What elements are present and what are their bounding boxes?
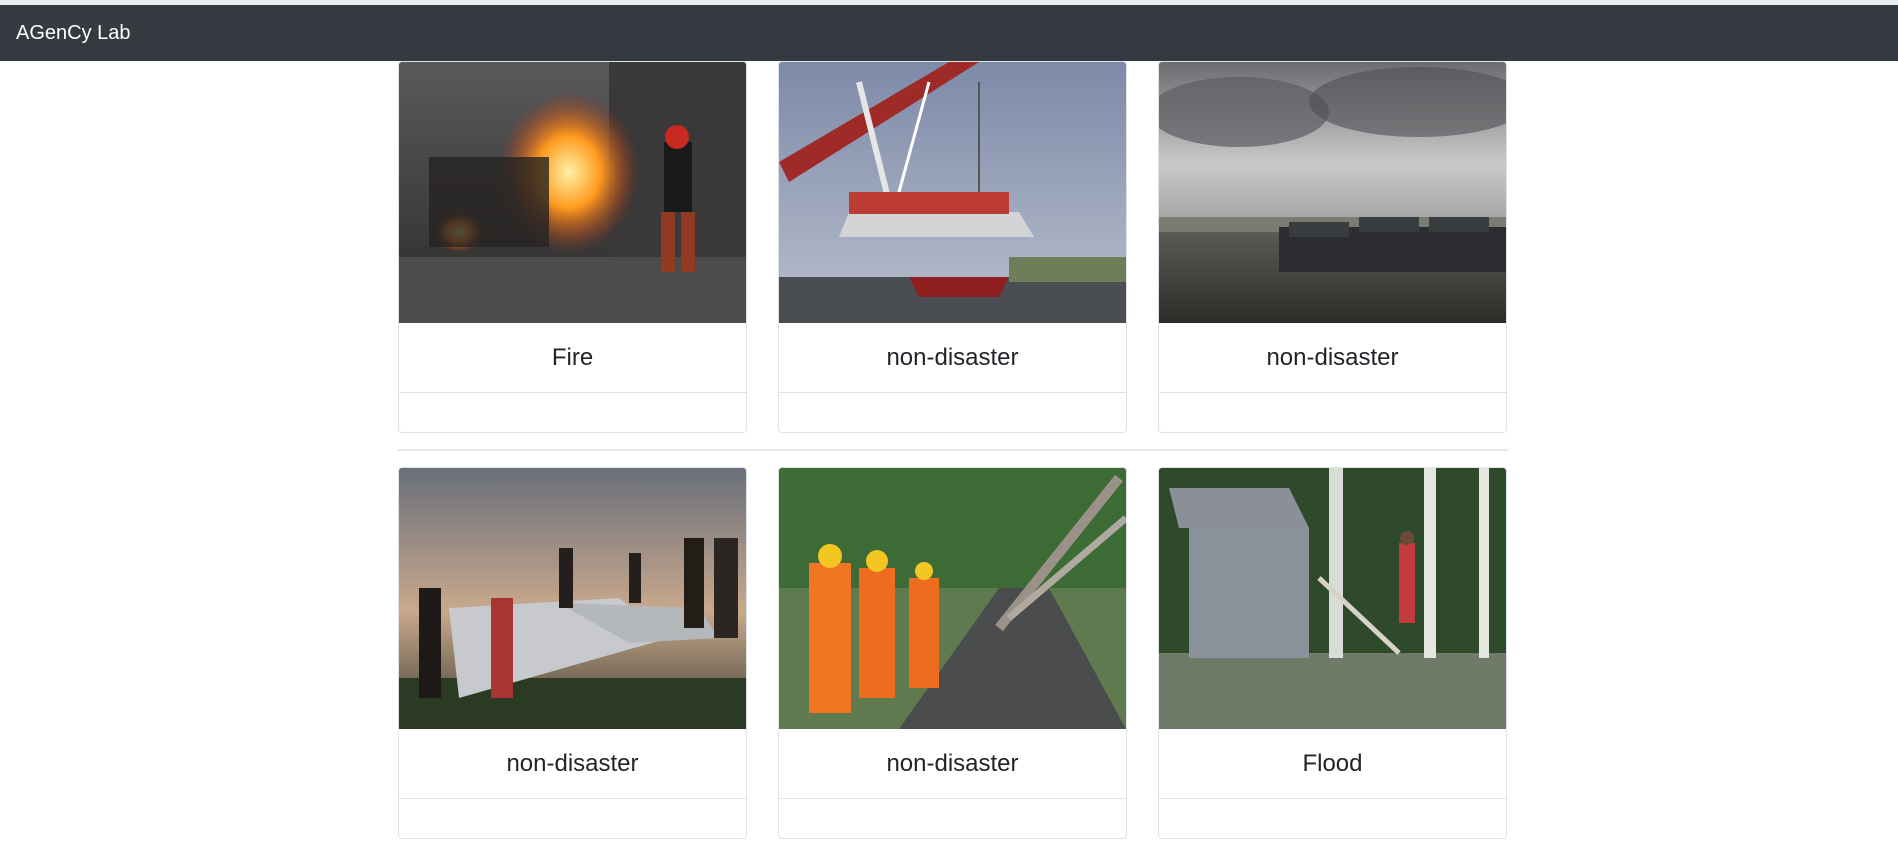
card-label: non-disaster bbox=[779, 729, 1126, 799]
crane-lifting-boat-image bbox=[779, 62, 1126, 323]
card-footer bbox=[399, 799, 746, 838]
card-label: non-disaster bbox=[399, 729, 746, 799]
image-card-non-disaster-1[interactable]: non-disaster bbox=[778, 61, 1127, 433]
rescue-workers-fallen-tree-image bbox=[779, 468, 1126, 729]
people-on-shore-image bbox=[399, 468, 746, 729]
card-footer bbox=[399, 393, 746, 432]
image-card-flood-1[interactable]: Flood bbox=[1158, 467, 1507, 839]
flooded-house-image bbox=[1159, 468, 1506, 729]
card-footer bbox=[779, 393, 1126, 432]
card-label: Fire bbox=[399, 323, 746, 393]
navbar: AGenCy Lab bbox=[0, 5, 1898, 61]
image-card-non-disaster-4[interactable]: non-disaster bbox=[778, 467, 1127, 839]
cloudy-river-boats-image bbox=[1159, 62, 1506, 323]
card-footer bbox=[1159, 799, 1506, 838]
card-label: non-disaster bbox=[1159, 323, 1506, 393]
row-divider bbox=[398, 449, 1508, 451]
card-footer bbox=[1159, 393, 1506, 432]
card-label: Flood bbox=[1159, 729, 1506, 799]
fire-scene-image bbox=[399, 62, 746, 323]
image-card-non-disaster-2[interactable]: non-disaster bbox=[1158, 61, 1507, 433]
brand-link[interactable]: AGenCy Lab bbox=[16, 22, 131, 44]
image-card-non-disaster-3[interactable]: non-disaster bbox=[398, 467, 747, 839]
image-card-fire-1[interactable]: Fire bbox=[398, 61, 747, 433]
card-label: non-disaster bbox=[779, 323, 1126, 393]
card-footer bbox=[779, 799, 1126, 838]
